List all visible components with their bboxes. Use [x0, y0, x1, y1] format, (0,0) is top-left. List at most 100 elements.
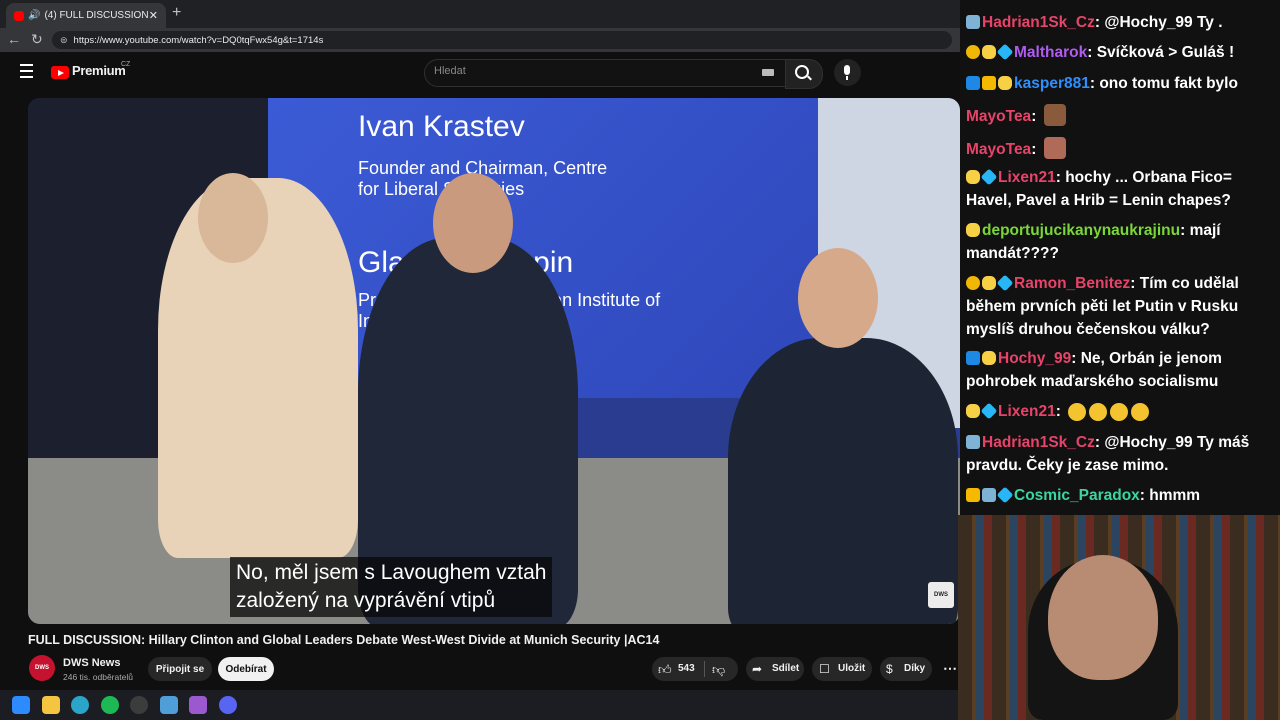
copilot-icon[interactable]: [189, 696, 207, 714]
chat-username[interactable]: Hadrian1Sk_Cz: [982, 434, 1095, 451]
pick-badge-icon[interactable]: [982, 488, 996, 502]
chat-username[interactable]: MayoTea: [966, 141, 1031, 158]
keyboard-icon[interactable]: [762, 69, 774, 76]
site-info-icon[interactable]: ⊜: [60, 35, 68, 46]
thumbs-up-icon[interactable]: 👍︎: [658, 662, 672, 678]
search-icon[interactable]: [795, 65, 809, 79]
thanks-label[interactable]: Díky: [904, 663, 925, 674]
chat-separator: :: [1094, 14, 1105, 31]
hand-badge-icon[interactable]: [982, 351, 996, 365]
obs-icon[interactable]: [130, 696, 148, 714]
chat-username[interactable]: Lixen21: [998, 169, 1056, 186]
hand-badge-icon[interactable]: [966, 223, 980, 237]
cube-badge-icon[interactable]: [980, 168, 998, 186]
hand-badge-icon[interactable]: [982, 276, 996, 290]
logo-text[interactable]: Premium: [72, 63, 126, 78]
arr-badge-icon[interactable]: [966, 76, 980, 90]
chat-username[interactable]: Cosmic_Paradox: [1014, 487, 1140, 504]
subscribe-button[interactable]: Odebírat: [218, 657, 274, 681]
save-label[interactable]: Uložit: [838, 663, 865, 674]
search-input[interactable]: [424, 59, 786, 87]
cube-badge-icon[interactable]: [996, 43, 1014, 61]
chat-username[interactable]: deportujucikanynaukrajinu: [982, 222, 1180, 239]
chat-separator: :: [1031, 108, 1041, 125]
edge-icon[interactable]: [71, 696, 89, 714]
channel-watermark[interactable]: DWS: [928, 582, 954, 608]
chat-message: Maltharok: Svíčková > Guláš !: [966, 41, 1272, 64]
video-player[interactable]: Ivan Krastev Founder and Chairman, Centr…: [28, 98, 960, 624]
laughing-emoji-icon: [1089, 403, 1108, 421]
crown-badge-icon[interactable]: [966, 488, 980, 502]
chat-username[interactable]: Hochy_99: [998, 350, 1071, 367]
channel-name[interactable]: DWS News: [63, 657, 120, 669]
windows-start-icon[interactable]: [12, 696, 30, 714]
chat-message: Lixen21: hochy ... Orbana Fico= Havel, P…: [966, 166, 1272, 212]
share-icon[interactable]: ➦: [752, 662, 762, 676]
hand-badge-icon[interactable]: [966, 170, 980, 184]
chat-text: ono tomu fakt bylo: [1099, 75, 1238, 92]
hand-badge-icon[interactable]: [998, 76, 1012, 90]
chat-username[interactable]: MayoTea: [966, 108, 1031, 125]
more-actions-icon[interactable]: ⋯: [943, 660, 957, 677]
chat-username[interactable]: Hadrian1Sk_Cz: [982, 14, 1095, 31]
join-button[interactable]: Připojit se: [148, 657, 212, 681]
arr-badge-icon[interactable]: [966, 351, 980, 365]
gold-badge-icon[interactable]: [966, 45, 980, 59]
speaker-icon[interactable]: 🔊: [28, 10, 40, 21]
chat-message: Lixen21:: [966, 400, 1272, 423]
speaker-center-head: [433, 173, 513, 273]
tab-title: (4) FULL DISCUSSION: Hillary C: [44, 10, 149, 21]
browser-tab[interactable]: 🔊 (4) FULL DISCUSSION: Hillary C ✕: [6, 3, 166, 28]
close-tab-icon[interactable]: ✕: [149, 9, 158, 22]
youtube-logo-icon[interactable]: [51, 66, 69, 79]
url-field[interactable]: ⊜ https://www.youtube.com/watch?v=DQ0tqF…: [52, 31, 952, 49]
file-explorer-icon[interactable]: [42, 696, 60, 714]
back-icon[interactable]: ←: [7, 31, 21, 47]
crown-badge-icon[interactable]: [982, 76, 996, 90]
cube-badge-icon[interactable]: [980, 402, 998, 420]
gold-badge-icon[interactable]: [966, 276, 980, 290]
streamer-head: [1048, 555, 1158, 680]
subtitle-line-2: založený na vyprávění vtipů: [236, 589, 496, 612]
chat-message: kasper881: ono tomu fakt bylo: [966, 72, 1272, 95]
hand-badge-icon[interactable]: [966, 404, 980, 418]
new-tab-icon[interactable]: +: [172, 4, 181, 22]
video-title: FULL DISCUSSION: Hillary Clinton and Glo…: [28, 633, 660, 647]
thumbs-down-icon[interactable]: 👎︎: [712, 662, 725, 678]
chat-message: Cosmic_Paradox: hmmm: [966, 484, 1272, 507]
chat-username[interactable]: Lixen21: [998, 403, 1056, 420]
bookmark-icon[interactable]: ☐: [819, 662, 830, 676]
subscriber-count: 246 tis. odběratelů: [63, 672, 133, 682]
emote-icon: [1043, 137, 1066, 159]
chat-separator: :: [1094, 434, 1105, 451]
chat-separator: :: [1055, 403, 1066, 420]
subtitle-caption: No, měl jsem s Lavoughem vztah založený …: [230, 557, 553, 617]
chat-username[interactable]: Maltharok: [1014, 44, 1087, 61]
discord-icon[interactable]: [219, 696, 237, 714]
chat-message: MayoTea:: [966, 137, 1272, 161]
notepad-icon[interactable]: [160, 696, 178, 714]
pick-badge-icon[interactable]: [966, 435, 980, 449]
share-label[interactable]: Sdílet: [772, 663, 799, 674]
avatar[interactable]: DWS: [29, 655, 55, 681]
chat-username[interactable]: Ramon_Benitez: [1014, 275, 1130, 292]
laughing-emoji-icon: [1110, 403, 1129, 421]
chat-separator: :: [1087, 44, 1097, 61]
reload-icon[interactable]: ↻: [31, 31, 43, 48]
pick-badge-icon[interactable]: [966, 15, 980, 29]
chat-separator: :: [1130, 275, 1140, 292]
chat-username[interactable]: kasper881: [1014, 75, 1090, 92]
hand-badge-icon[interactable]: [982, 45, 996, 59]
search-placeholder: Hledat: [434, 65, 466, 77]
cube-badge-icon[interactable]: [996, 486, 1014, 504]
chat-text: hmmm: [1149, 487, 1201, 504]
cube-badge-icon[interactable]: [996, 274, 1014, 292]
like-count[interactable]: 543: [678, 663, 695, 674]
chat-separator: :: [1139, 487, 1150, 504]
url-text: https://www.youtube.com/watch?v=DQ0tqFwx…: [73, 34, 324, 46]
chat-message: MayoTea:: [966, 104, 1272, 128]
thanks-icon[interactable]: $: [886, 662, 893, 676]
spotify-icon[interactable]: [101, 696, 119, 714]
menu-icon[interactable]: [20, 64, 33, 78]
mic-icon[interactable]: [844, 65, 850, 80]
